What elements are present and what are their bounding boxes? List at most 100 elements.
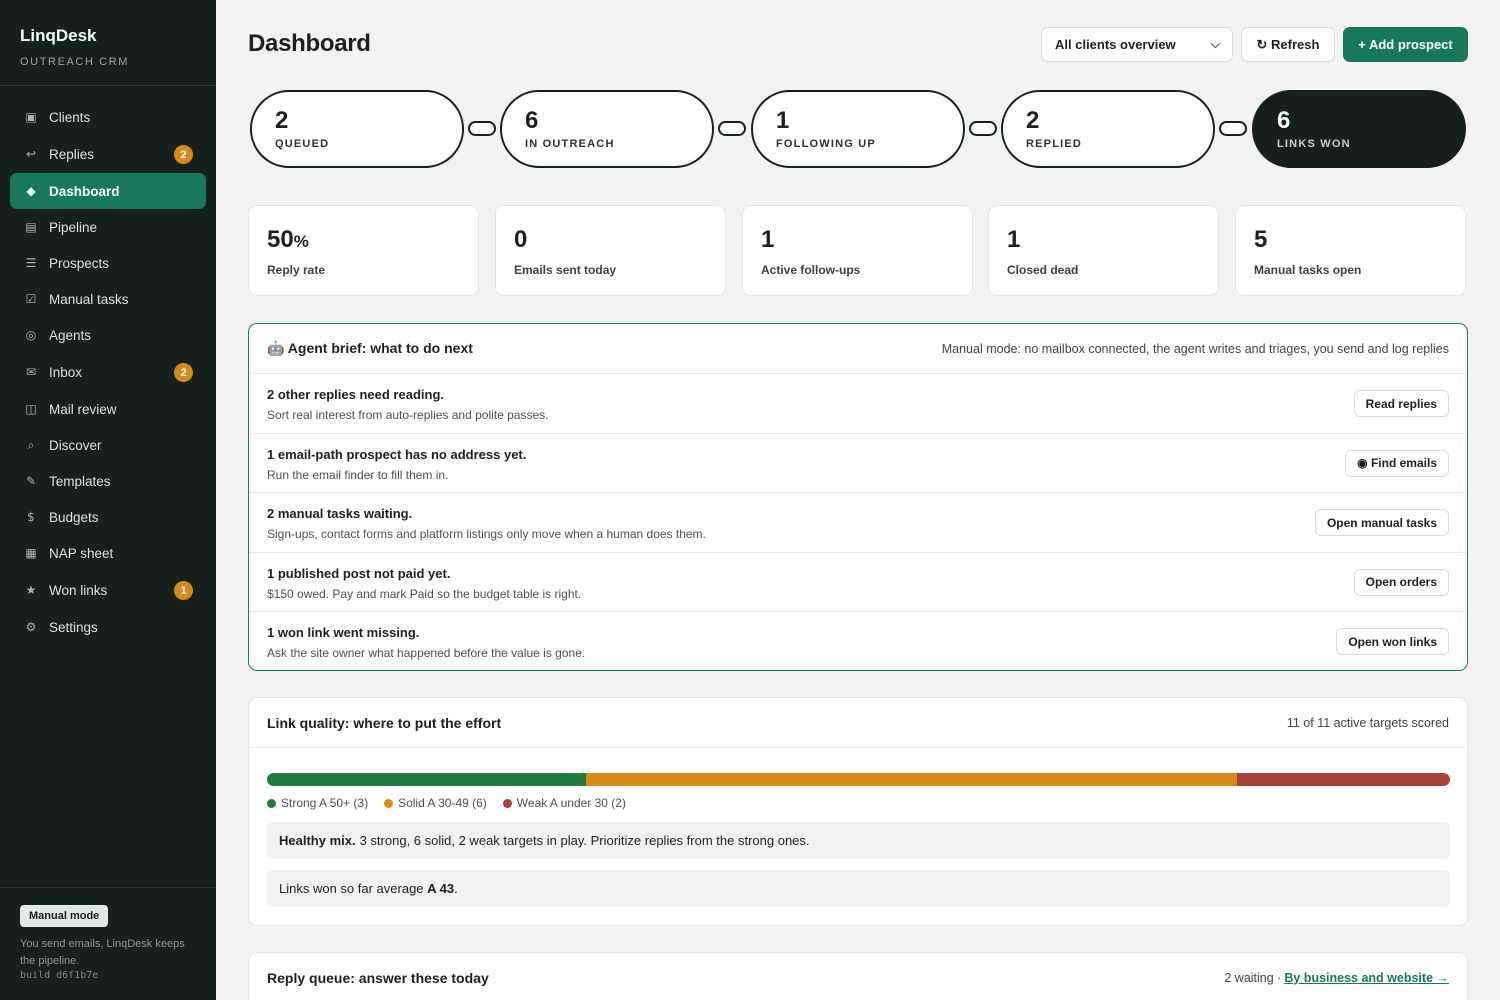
open-manual-tasks-button[interactable]: Open manual tasks: [1314, 509, 1449, 536]
reply-queue-meta: 2 waiting · By business and website →: [1224, 971, 1449, 985]
brief-row-description: Ask the site owner what happened before …: [267, 646, 586, 660]
sidebar-item-mail-review[interactable]: ◫ Mail review: [10, 391, 206, 427]
chevron-down-icon: ⌵: [1210, 37, 1220, 51]
stage-replied[interactable]: 2 REPLIED: [1001, 90, 1215, 168]
inbox-icon: ✉: [25, 365, 37, 379]
note-emphasis: Healthy mix.: [279, 833, 356, 848]
manual-tasks-icon: ☑: [25, 292, 37, 306]
sidebar-item-label: Prospects: [49, 255, 110, 271]
build-id: build d6f1b7e: [20, 970, 99, 981]
stat-number: 50: [267, 226, 294, 253]
sidebar-item-inbox[interactable]: ✉ Inbox 2: [10, 354, 206, 390]
legend-dot-icon: [384, 798, 394, 808]
stage-count: 2: [275, 107, 289, 134]
sidebar-item-label: Manual tasks: [49, 291, 129, 307]
legend-label: Weak A under 30 (2): [516, 796, 626, 810]
stage-in-outreach[interactable]: 6 IN OUTREACH: [500, 90, 714, 168]
nap-sheet-icon: ▦: [25, 546, 37, 560]
read-replies-button[interactable]: Read replies: [1353, 390, 1449, 417]
brief-row-title: 1 published post not paid yet.: [267, 565, 451, 581]
quality-mix-note: Healthy mix. 3 strong, 6 solid, 2 weak t…: [267, 822, 1450, 859]
client-select-value: All clients overview: [1055, 37, 1176, 52]
stat-closed-dead: 1 Closed dead: [988, 205, 1219, 296]
budgets-icon: $: [27, 510, 35, 524]
stat-label: Active follow-ups: [761, 263, 861, 277]
group-by-business-link[interactable]: By business and website →: [1284, 971, 1449, 985]
sidebar-item-label: Clients: [49, 109, 91, 125]
page-title: Dashboard: [248, 30, 371, 57]
client-select[interactable]: All clients overview ⌵: [1041, 27, 1233, 62]
agent-brief-header: 🤖 Agent brief: what to do next Manual mo…: [249, 324, 1467, 374]
brief-row-description: Sort real interest from auto-replies and…: [267, 408, 549, 422]
quality-bar-segment: [586, 773, 1238, 786]
note-text: Links won so far average: [279, 881, 424, 896]
sidebar-item-label: Agents: [49, 327, 92, 343]
sidebar-item-pipeline[interactable]: ▤ Pipeline: [10, 209, 206, 245]
prospects-icon: ☰: [25, 256, 37, 270]
sidebar-item-discover[interactable]: ⌕ Discover: [10, 427, 206, 463]
legend-dot-icon: [502, 798, 512, 808]
note-text: 3 strong, 6 solid, 2 weak targets in pla…: [359, 833, 810, 848]
stage-label: QUEUED: [275, 138, 330, 150]
sidebar: LinqDesk OUTREACH CRM ▣ Clients ↩ Replies 2 ◆…: [0, 0, 216, 1000]
quality-legend: Strong A 50+ (3) Solid A 30-49 (6) Weak A …: [267, 796, 642, 810]
sidebar-item-label: Templates: [49, 473, 111, 489]
open-orders-button[interactable]: Open orders: [1353, 568, 1449, 596]
quality-bar-segment: [267, 773, 587, 786]
stage-connector: [1219, 121, 1247, 136]
stat-unit: %: [293, 232, 309, 251]
sidebar-item-won-links[interactable]: ★ Won links 1: [10, 572, 206, 608]
mode-description: You send emails, LinqDesk keeps the pipe…: [20, 938, 185, 967]
sidebar-item-label: Settings: [49, 619, 98, 635]
legend-dot-icon: [267, 798, 276, 808]
stage-queued[interactable]: 2 QUEUED: [250, 90, 464, 168]
stat-value: 1: [1007, 226, 1021, 253]
legend-label: Solid A 30-49 (6): [398, 796, 487, 810]
sidebar-item-templates[interactable]: ✎ Templates: [10, 463, 206, 499]
stage-label: FOLLOWING UP: [776, 138, 876, 150]
reply-queue-title: Reply queue: answer these today: [267, 970, 489, 986]
refresh-button[interactable]: ↻ Refresh: [1241, 27, 1335, 62]
sidebar-item-nap-sheet[interactable]: ▦ NAP sheet: [10, 535, 206, 571]
stage-count: 1: [776, 107, 790, 134]
link-quality-scored-count: 11 of 11 active targets scored: [1286, 715, 1449, 730]
open-won-links-button[interactable]: Open won links: [1336, 628, 1449, 655]
find-emails-button[interactable]: ◉ Find emails: [1345, 449, 1449, 477]
brand-name[interactable]: LinqDesk: [20, 26, 196, 46]
link-quality-panel: Link quality: where to put the effort 11…: [248, 697, 1468, 926]
stat-active-follow-ups: 1 Active follow-ups: [742, 205, 973, 296]
add-prospect-button[interactable]: + Add prospect: [1343, 27, 1468, 62]
agents-icon: ◎: [25, 328, 37, 342]
sidebar-item-budgets[interactable]: $ Budgets: [10, 499, 206, 535]
brief-row-won-links: 1 won link went missing. Ask the site ow…: [249, 612, 1467, 672]
mode-badge: Manual mode: [20, 905, 109, 927]
pipeline-icon: ▤: [25, 220, 37, 234]
link-quality-header: Link quality: where to put the effort 11…: [249, 698, 1467, 748]
stage-following-up[interactable]: 1 FOLLOWING UP: [751, 90, 965, 168]
quality-bar-segment: [1237, 773, 1450, 786]
brief-row-description: Run the email finder to fill them in.: [267, 467, 449, 482]
link-quality-title: Link quality: where to put the effort: [267, 714, 502, 731]
stat-reply-rate: 50% Reply rate: [248, 205, 479, 296]
note-average: A 43: [427, 881, 455, 896]
sidebar-nav: ▣ Clients ↩ Replies 2 ◆ Dashboard ▤ Pipeline ☰ Pro…: [10, 99, 206, 645]
sidebar-item-prospects[interactable]: ☰ Prospects: [10, 245, 206, 281]
brand-subtitle: OUTREACH CRM: [20, 56, 130, 68]
brief-row-title: 2 manual tasks waiting.: [267, 506, 413, 521]
templates-icon: ✎: [25, 474, 37, 488]
stage-links-won[interactable]: 6 LINKS WON: [1252, 90, 1466, 168]
stat-value: 1: [761, 226, 775, 253]
quality-bar: [267, 773, 1450, 786]
sidebar-item-replies[interactable]: ↩ Replies 2: [10, 136, 206, 172]
brief-row-description: $150 owed. Pay and mark Paid so the budg…: [267, 586, 582, 601]
sidebar-item-clients[interactable]: ▣ Clients: [10, 99, 206, 135]
brand: LinqDesk OUTREACH CRM: [0, 0, 216, 86]
stage-label: REPLIED: [1026, 138, 1083, 150]
sidebar-item-dashboard[interactable]: ◆ Dashboard: [10, 173, 206, 209]
sidebar-item-agents[interactable]: ◎ Agents: [10, 317, 206, 353]
brief-row-description: Sign-ups, contact forms and platform lis…: [267, 527, 706, 541]
brief-row-replies: 2 other replies need reading. Sort real …: [249, 374, 1467, 434]
stage-count: 2: [1026, 107, 1040, 134]
sidebar-item-settings[interactable]: ⚙ Settings: [10, 609, 206, 645]
sidebar-item-manual-tasks[interactable]: ☑ Manual tasks: [10, 281, 206, 317]
